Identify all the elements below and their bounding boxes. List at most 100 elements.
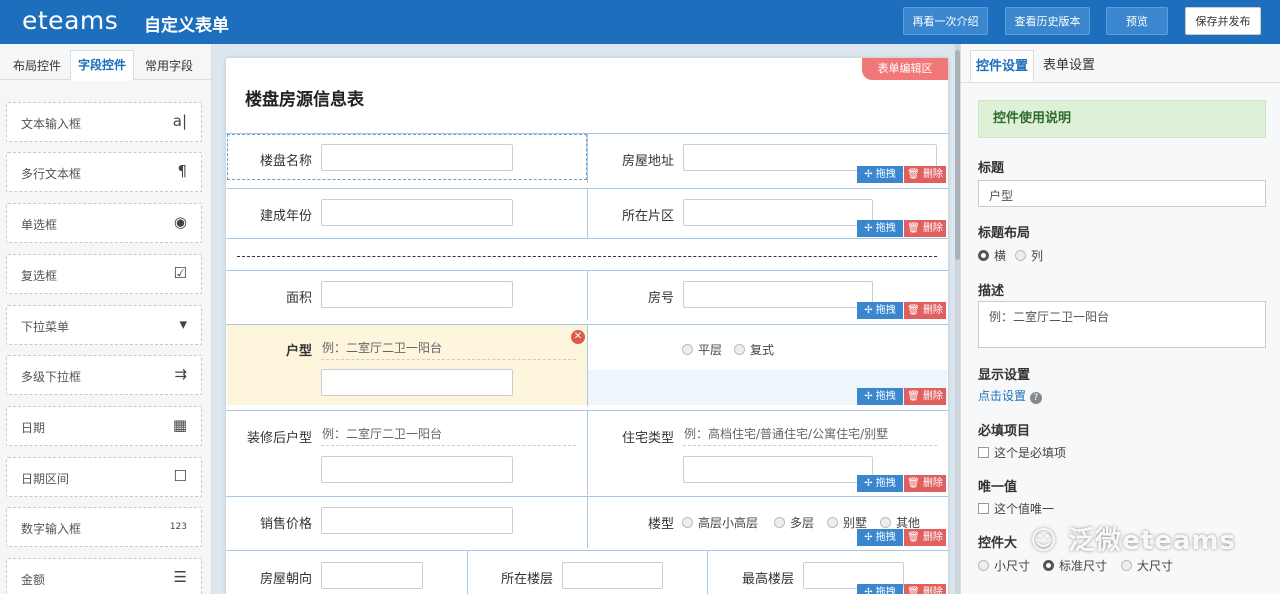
- delete-button[interactable]: 🗑 删除: [904, 529, 946, 546]
- radio-circle-icon: [682, 517, 693, 528]
- eteams-logo: eteams: [22, 6, 119, 35]
- label-floor: 所在楼层: [500, 572, 553, 587]
- divider-row[interactable]: [226, 238, 948, 270]
- input-decorated-type[interactable]: [321, 456, 513, 483]
- drag-button[interactable]: ✢ 拖拽: [857, 388, 903, 405]
- preview-button[interactable]: 预览: [1106, 7, 1168, 35]
- control-checkbox[interactable]: 复选框 ☑: [6, 254, 202, 294]
- radio-circle-icon: [1121, 560, 1132, 571]
- column-divider: [707, 550, 708, 594]
- control-help-box[interactable]: 控件使用说明: [978, 100, 1266, 138]
- control-amount[interactable]: 金额 ☰: [6, 558, 202, 594]
- delete-button[interactable]: 🗑 删除: [904, 166, 946, 183]
- radio-duplex[interactable]: 复式: [734, 341, 774, 358]
- radio-layout-horizontal[interactable]: 横: [978, 247, 1006, 264]
- intro-button[interactable]: 再看一次介绍: [903, 7, 988, 35]
- app-title: 自定义表单: [144, 16, 229, 36]
- dashed-underline: [321, 359, 576, 360]
- form-edit-badge: 表单编辑区: [862, 58, 948, 80]
- control-label: 多级下拉框: [21, 370, 82, 384]
- help-icon[interactable]: ?: [1029, 392, 1042, 404]
- tab-control-settings[interactable]: 控件设置: [970, 50, 1034, 82]
- drag-button[interactable]: ✢ 拖拽: [857, 529, 903, 546]
- radio-label: 标准尺寸: [1059, 559, 1108, 573]
- tab-field-controls[interactable]: 字段控件: [70, 50, 134, 81]
- left-tabs: 布局控件 字段控件 常用字段: [0, 44, 212, 81]
- input-project-name[interactable]: [321, 144, 513, 171]
- input-room-number[interactable]: [683, 281, 873, 308]
- column-divider: [467, 550, 468, 594]
- radio-layout-vertical[interactable]: 列: [1015, 247, 1043, 264]
- drag-button[interactable]: ✢ 拖拽: [857, 475, 903, 492]
- radio-circle-icon: [774, 517, 785, 528]
- radio-building-1[interactable]: 高层小高层: [682, 514, 758, 531]
- tab-layout-controls[interactable]: 布局控件: [4, 52, 70, 80]
- delete-button[interactable]: 🗑 删除: [904, 302, 946, 319]
- control-size-label: 控件大: [978, 536, 1018, 551]
- input-house-type[interactable]: [321, 369, 513, 396]
- radio-flat[interactable]: 平层: [682, 341, 722, 358]
- input-orientation[interactable]: [321, 562, 423, 589]
- delete-button[interactable]: 🗑 删除: [904, 475, 946, 492]
- drag-button[interactable]: ✢ 拖拽: [857, 584, 903, 594]
- checkbox-label: 这个是必填项: [994, 446, 1067, 460]
- input-price[interactable]: [321, 507, 513, 534]
- radio-building-2[interactable]: 多层: [774, 514, 814, 531]
- tab-common-fields[interactable]: 常用字段: [136, 52, 202, 80]
- input-floor[interactable]: [562, 562, 663, 589]
- radio-circle-icon: [827, 517, 838, 528]
- input-area[interactable]: [321, 281, 513, 308]
- control-radio[interactable]: 单选框 ◉: [6, 203, 202, 243]
- drag-button[interactable]: ✢ 拖拽: [857, 220, 903, 237]
- link-text: 点击设置: [978, 389, 1027, 403]
- input-built-year[interactable]: [321, 199, 513, 226]
- dashed-underline: [683, 445, 937, 446]
- input-residence-type[interactable]: [683, 456, 873, 483]
- save-publish-button[interactable]: 保存并发布: [1185, 7, 1261, 35]
- placeholder-house-type: 例：二室厅二卫一阳台: [322, 341, 443, 355]
- text-input-icon: a|: [172, 112, 187, 130]
- radio-size-small[interactable]: 小尺寸: [978, 557, 1030, 574]
- drag-button[interactable]: ✢ 拖拽: [857, 302, 903, 319]
- description-textarea[interactable]: 例：二室厅二卫一阳台: [978, 301, 1266, 348]
- label-project-name: 楼盘名称: [259, 154, 312, 169]
- radio-circle-icon: [1015, 250, 1026, 261]
- input-zone[interactable]: [683, 199, 873, 226]
- required-checkbox[interactable]: 这个是必填项: [978, 444, 1066, 461]
- control-dropdown[interactable]: 下拉菜单 ▾: [6, 305, 202, 345]
- control-number[interactable]: 数字输入框 123: [6, 507, 202, 547]
- radio-circle-icon: [880, 517, 891, 528]
- form-title[interactable]: 楼盘房源信息表: [245, 85, 364, 110]
- drag-button[interactable]: ✢ 拖拽: [857, 166, 903, 183]
- radio-size-standard[interactable]: 标准尺寸: [1043, 557, 1107, 574]
- delete-button[interactable]: 🗑 删除: [904, 220, 946, 237]
- radio-label: 横: [994, 249, 1007, 263]
- display-settings-link[interactable]: 点击设置 ?: [978, 387, 1042, 404]
- wechat-watermark: ☺ 泛微eteams: [1030, 520, 1236, 557]
- label-decorated-type: 装修后户型: [246, 431, 312, 446]
- radio-size-large[interactable]: 大尺寸: [1121, 557, 1173, 574]
- delete-button[interactable]: 🗑 删除: [904, 584, 946, 594]
- control-cascade[interactable]: 多级下拉框 ⇉: [6, 355, 202, 395]
- history-button[interactable]: 查看历史版本: [1005, 7, 1090, 35]
- remove-field-icon[interactable]: ✕: [571, 330, 585, 344]
- control-textarea[interactable]: 多行文本框 ¶: [6, 152, 202, 192]
- placeholder-residence-type: 例：高档住宅/普通住宅/公寓住宅/别墅: [684, 427, 889, 441]
- radio-label: 别墅: [843, 516, 868, 530]
- label-price: 销售价格: [259, 517, 312, 532]
- control-date[interactable]: 日期 ▦: [6, 406, 202, 446]
- unique-checkbox[interactable]: 这个值唯一: [978, 500, 1054, 517]
- radio-label: 多层: [790, 516, 815, 530]
- radio-label: 列: [1031, 249, 1044, 263]
- control-label: 日期: [21, 421, 46, 435]
- column-divider: [587, 270, 588, 320]
- control-text-input[interactable]: 文本输入框 a|: [6, 102, 202, 142]
- delete-button[interactable]: 🗑 删除: [904, 388, 946, 405]
- radio-label: 平层: [698, 343, 723, 357]
- radio-circle-icon: [734, 344, 745, 355]
- title-input[interactable]: 户型: [978, 180, 1266, 207]
- control-date-range[interactable]: 日期区间 ☐: [6, 457, 202, 497]
- paragraph-icon: ¶: [177, 162, 187, 180]
- tab-form-settings[interactable]: 表单设置: [1036, 50, 1102, 82]
- layout-label: 标题布局: [978, 226, 1031, 241]
